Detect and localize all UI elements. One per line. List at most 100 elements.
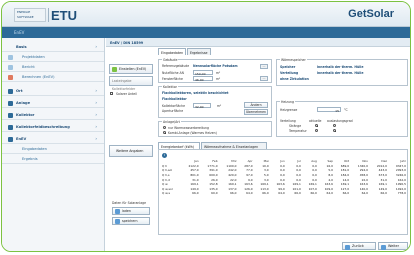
sidebar-item-projektdaten[interactable]: Projektdaten — [2, 52, 104, 62]
sidebar-item-label: Projektdaten — [22, 55, 45, 59]
section-header: EnEV / DIN 18599 — [106, 38, 410, 47]
anlage-panel: Anlage/Art nur Warmwasserbereitung Kombi… — [158, 120, 272, 137]
info-icon: i — [162, 153, 167, 158]
table-cell: 66,0 — [192, 191, 199, 196]
weitere-angaben-button[interactable]: Weitere Angaben — [109, 145, 153, 157]
sidebar-item-ergebnis[interactable]: Ergebnis — [2, 154, 104, 164]
waermespeicher-panel: Wärmespeicher Speicher innerhalb der the… — [276, 58, 408, 86]
aperture-input[interactable]: 46,00 — [193, 76, 213, 82]
strands-load-radio[interactable] — [333, 124, 336, 127]
row-label: Q w,s — [162, 191, 170, 196]
heizung-panel: Heizung Heizgrenze 15 °C Verteilung aktu… — [276, 100, 408, 137]
sidebar-item-label: Kollektorfeldbeschreibung — [16, 125, 70, 129]
logo-text: ENERGIE SOFTWARE — [17, 10, 34, 19]
area-unit: m² — [216, 71, 221, 75]
ref-building-browse-button[interactable]: … — [260, 64, 268, 69]
chevron-right-icon: › — [95, 44, 97, 49]
chevron-right-icon: › — [95, 124, 97, 129]
sidebar-item-bericht[interactable]: Bericht — [2, 62, 104, 72]
combi-radio[interactable] — [163, 131, 166, 134]
sidebar-item-kollektor[interactable]: Kollektor › — [2, 110, 104, 120]
storage-label: Speicher — [280, 65, 296, 69]
heating-limit-label: Heizgrenze — [280, 108, 298, 112]
dhw-only-radio[interactable] — [163, 126, 166, 129]
logo-divider — [48, 8, 49, 22]
settings-icon — [112, 67, 117, 72]
strands-current-radio[interactable] — [315, 124, 318, 127]
chevron-right-icon: › — [95, 100, 97, 105]
waermespeicher-legend: Wärmespeicher — [280, 58, 307, 62]
collector-type: Flachkollektor — [162, 97, 187, 101]
table-cell: 64,0 — [361, 191, 368, 196]
aperture-area-label: Aperturfläche — [162, 109, 184, 113]
tab-energiebedarf[interactable]: Energiebedarf (kWh) — [158, 142, 200, 149]
company-logo: ENERGIE SOFTWARE — [14, 8, 46, 22]
sidebar-item-label: Ergebnis — [22, 157, 38, 161]
app-window: ENERGIE SOFTWARE ETU GetSolar EnEV Basis… — [1, 1, 411, 252]
sidebar-item-berechnen[interactable]: Berechnen (EnEV) — [2, 72, 104, 82]
combi-label: Kombi-Anlage (Warmes Heizen) — [168, 131, 217, 135]
aperture-browse-button[interactable]: … — [260, 76, 268, 81]
sidebar-item-enev[interactable]: EnEV › — [2, 134, 104, 144]
collector-area-input[interactable]: 32,00 — [193, 103, 211, 109]
col-current-label: aktuelle — [309, 119, 322, 123]
tab-ergebnisse[interactable]: Ergebnisse — [187, 48, 211, 55]
collector-area-label: Kollektorfläche — [162, 104, 185, 108]
arrow-left-icon — [345, 244, 350, 250]
lasteingabe-button[interactable]: Lasteingabe Kollektorfelder — [109, 76, 153, 91]
table-cell: 64,0 — [246, 191, 253, 196]
solar-data-label: Daten für Solaranlage — [112, 201, 147, 205]
temp-load-radio[interactable] — [333, 129, 336, 132]
laden-label: laden — [122, 209, 131, 213]
chevron-right-icon: › — [95, 112, 97, 117]
solar-share-checkbox[interactable] — [110, 92, 113, 95]
table-cell: 60,0 — [211, 191, 218, 196]
speichern-button[interactable]: speichern — [112, 217, 150, 225]
sidebar-item-basis[interactable]: Basis › — [2, 42, 104, 52]
collector-apply-button[interactable]: Übernehmen — [244, 109, 268, 115]
collector-name: Flachkollektoren, selektiv beschichtet — [162, 91, 229, 95]
dhw-only-label: nur Warmwasserbereitung — [168, 126, 209, 130]
temp-current-radio[interactable] — [315, 129, 318, 132]
laden-button[interactable]: laden — [112, 207, 150, 215]
collector-change-button[interactable]: Ändern — [244, 102, 268, 108]
distribution-label: Verteilung — [280, 71, 299, 75]
report-icon — [8, 64, 13, 70]
main-content: EnEV / DIN 18599 Eingabedaten Ergebnisse… — [106, 38, 410, 251]
table-cell: 66,0 — [294, 191, 301, 196]
module-bar-label: EnEV — [14, 30, 25, 35]
ref-building-value: Nennsolarfläche Potsdam — [193, 64, 238, 68]
weitere-angaben-label: Weitere Angaben — [116, 149, 144, 153]
back-button[interactable]: Zurück — [342, 242, 376, 250]
sidebar-item-eingabedaten[interactable]: Eingabedaten — [2, 144, 104, 154]
table-cell: 64,0 — [278, 191, 285, 196]
einstellen-button[interactable]: Einstellen (EnEV) — [109, 64, 153, 74]
area-label: Nutzfläche AN — [162, 71, 184, 75]
table-cell: 66,0 — [380, 191, 387, 196]
solar-share-label: Solarer Anteil — [116, 92, 137, 96]
calculate-icon — [8, 74, 13, 80]
circulation-label: ohne Zirkulation — [280, 77, 309, 81]
app-title: GetSolar — [348, 8, 394, 20]
chevron-right-icon: › — [95, 88, 97, 93]
heating-limit-input[interactable]: 15 — [317, 107, 341, 113]
sidebar-item-label: Ort — [16, 89, 23, 93]
sidebar-item-anlage[interactable]: Anlage › — [2, 98, 104, 108]
tab-waermeaufnahme[interactable]: Wärmeaufnahme & Einzelanlagen — [201, 142, 267, 149]
table-cell: 66,0 — [262, 191, 269, 196]
table-cell: 66,0 — [230, 191, 237, 196]
gebaeude-legend: Gebäude — [162, 58, 179, 62]
next-button[interactable]: Weiter — [378, 242, 408, 250]
sidebar-item-label: Basis — [16, 45, 27, 49]
next-label: Weiter — [388, 244, 399, 248]
kollektor-panel: Kollektor Flachkollektoren, selektiv bes… — [158, 85, 272, 118]
enev-icon — [8, 136, 13, 142]
tab-eingabedaten[interactable]: Eingabedaten — [158, 48, 186, 55]
sidebar: Basis › Projektdaten Bericht Berechnen (… — [2, 38, 105, 251]
temperature-label: Temperatur — [289, 129, 307, 133]
strands-label: Stränge — [289, 124, 302, 128]
sidebar-item-label: Anlage — [16, 101, 31, 105]
sidebar-item-ort[interactable]: Ort › — [2, 86, 104, 96]
sidebar-item-kollektorfeld[interactable]: Kollektorfeldbeschreibung › — [2, 122, 104, 132]
area-input[interactable]: 150,00 — [193, 70, 213, 76]
